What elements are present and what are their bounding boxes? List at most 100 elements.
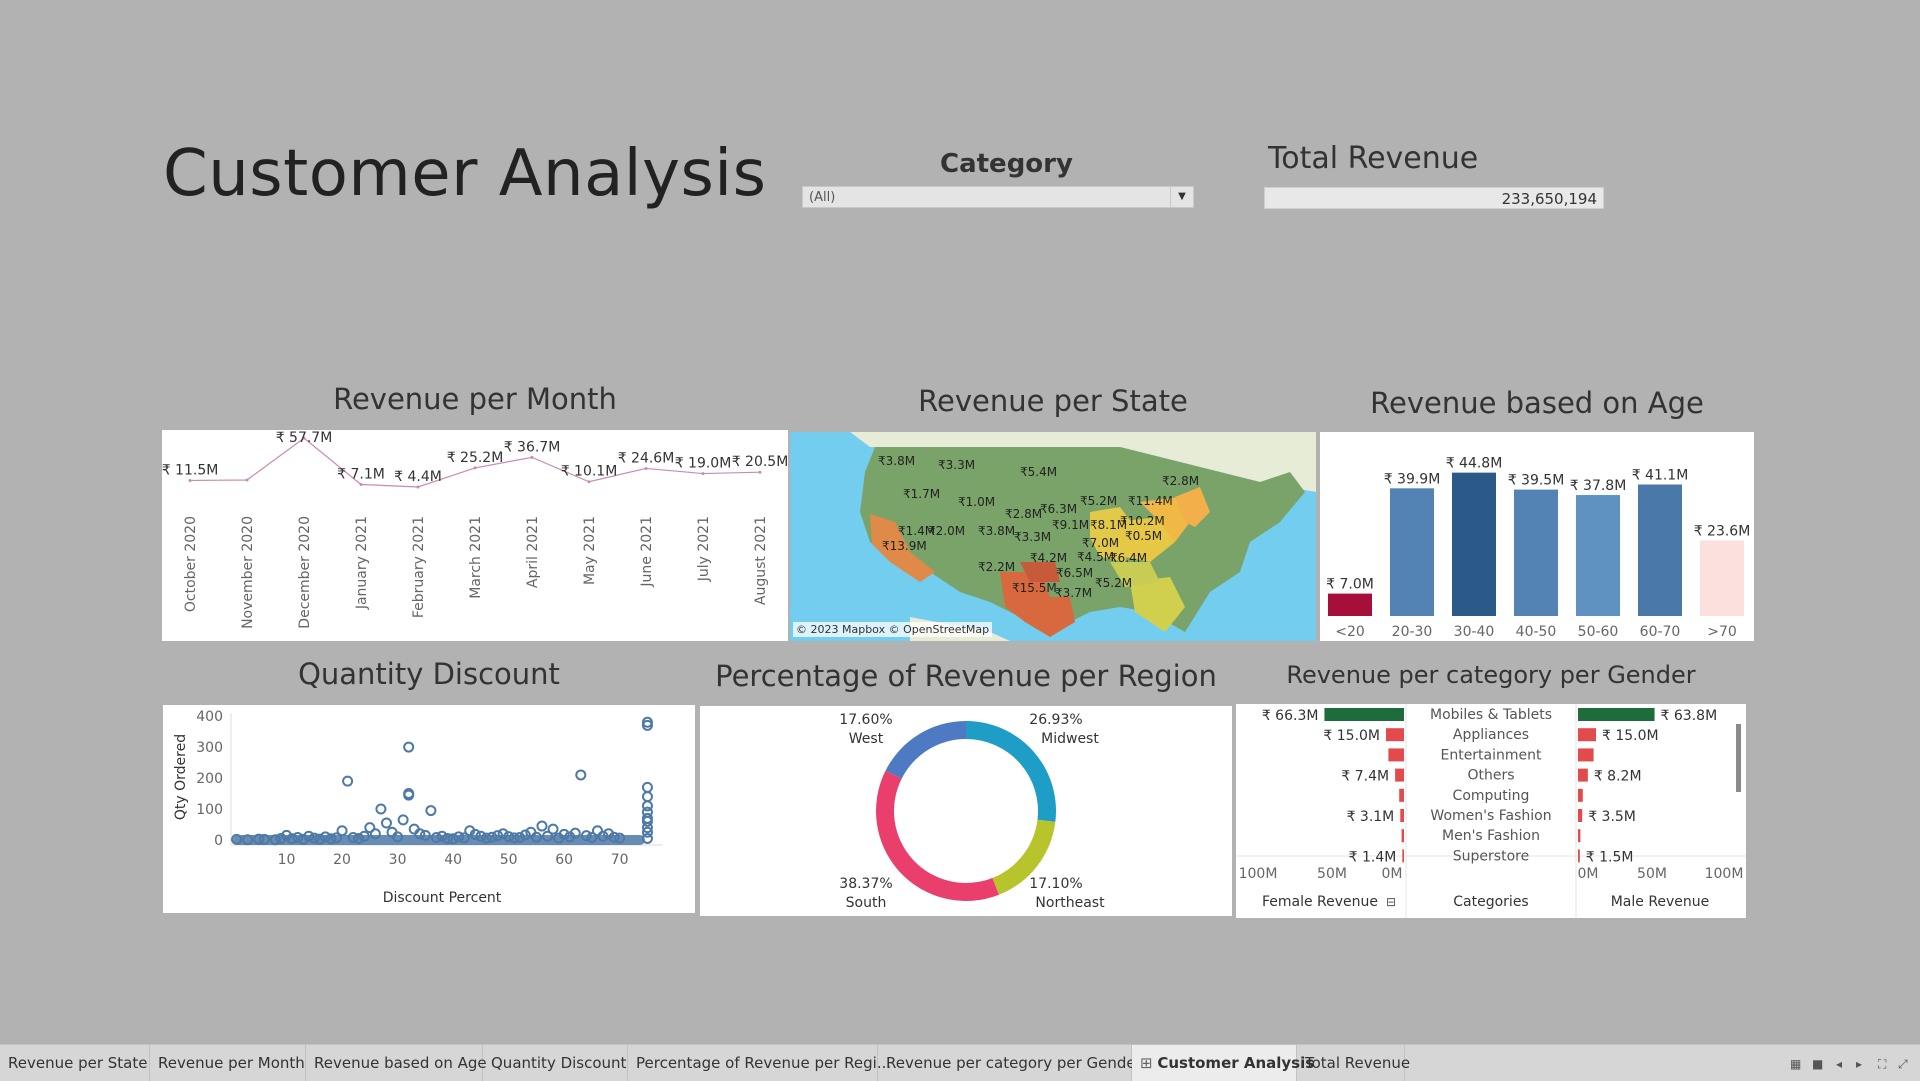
month-data-label: ₹ 36.7M [504, 439, 561, 455]
disc-x-tick-label: 70 [611, 852, 629, 868]
male-data-label: ₹ 3.5M [1588, 809, 1636, 825]
sheet-tab[interactable]: Quantity Discount [483, 1045, 628, 1081]
male-bar [1578, 809, 1583, 822]
map-state-label: ₹10.2M [1120, 514, 1165, 528]
sheet-tab[interactable]: ⊞ Customer Analysis [1132, 1045, 1314, 1081]
age-data-label: ₹ 44.8M [1446, 456, 1503, 472]
age-bar-chart[interactable]: ₹ 7.0M <20 ₹ 39.9M 20-30 ₹ 44.8M 30-40 ₹ 39.5M… [1320, 432, 1754, 641]
us-state-map[interactable] [790, 432, 1316, 641]
disc-point [641, 791, 653, 803]
tab-next-icon[interactable]: ▸ [1856, 1057, 1862, 1071]
age-bar [1514, 489, 1558, 616]
disc-point [380, 817, 392, 829]
sheet-tab[interactable]: Revenue per State [0, 1045, 150, 1081]
gender-chart-panel[interactable]: ₹ 66.3M ₹ 63.8M Mobiles & Tablets ₹ 15.0M ₹ … [1236, 704, 1746, 918]
discount-sheet-title: Quantity Discount [298, 657, 560, 691]
male-bar [1578, 849, 1580, 863]
disc-point [336, 825, 348, 837]
map-state-label: ₹15.5M [1012, 581, 1057, 595]
tab-prev-icon[interactable]: ◂ [1836, 1057, 1842, 1071]
total-revenue-label: Total Revenue [1268, 141, 1479, 176]
disc-x-axis-title: Discount Percent [383, 890, 502, 906]
month-data-label: ₹ 20.5M [732, 454, 788, 470]
map-state-label: ₹4.5M [1077, 550, 1115, 564]
male-axis-tick: 50M [1637, 866, 1667, 882]
sheet-tab[interactable]: Revenue per category per Gender [878, 1045, 1142, 1081]
state-map-panel[interactable]: ₹3.8M ₹3.3M ₹5.4M ₹1.7M ₹1.0M ₹2.8M ₹6.3M ₹5.2M… [790, 432, 1316, 641]
month-point [530, 455, 534, 459]
month-chart-panel[interactable]: ₹ 11.5M October 2020 November 2020 ₹ 57.7M D… [162, 430, 788, 641]
gender-sheet-title: Revenue per category per Gender [1286, 661, 1696, 689]
male-axis-tick: 0M [1578, 866, 1599, 882]
gender-diverging-bar-chart[interactable]: ₹ 66.3M ₹ 63.8M Mobiles & Tablets ₹ 15.0M ₹ … [1236, 704, 1746, 918]
month-point [473, 466, 477, 470]
category-filter-dropdown[interactable]: (All) ▼ [802, 186, 1194, 208]
age-data-label: ₹ 39.5M [1508, 473, 1565, 489]
grid-view-icon[interactable]: ▦ [1790, 1057, 1801, 1071]
disc-point [547, 823, 559, 835]
sheet-tab-label: Revenue per category per Gender [886, 1054, 1142, 1072]
age-bar [1452, 472, 1496, 616]
age-bar [1390, 488, 1434, 616]
age-sheet-title: Revenue based on Age [1370, 386, 1704, 420]
female-bar [1395, 768, 1404, 782]
month-data-label: ₹ 25.2M [447, 450, 504, 466]
female-axis-tick: 50M [1317, 866, 1347, 882]
sheet-tab[interactable]: Revenue based on Age [306, 1045, 487, 1081]
sheet-tab-label: Revenue per State [8, 1054, 148, 1072]
month-data-label: ₹ 57.7M [276, 430, 333, 446]
female-bar [1399, 788, 1404, 802]
map-state-label: ₹7.0M [1082, 536, 1120, 550]
disc-point [342, 775, 354, 787]
age-chart-panel[interactable]: ₹ 7.0M <20 ₹ 39.9M 20-30 ₹ 44.8M 30-40 ₹ 39.5M… [1320, 432, 1754, 641]
month-line-chart[interactable]: ₹ 11.5M October 2020 November 2020 ₹ 57.7M D… [162, 430, 789, 641]
map-state-label: ₹3.3M [938, 458, 976, 472]
month-tick-label: March 2021 [468, 516, 484, 599]
female-bar [1401, 829, 1404, 843]
map-state-label: ₹4.2M [1030, 551, 1068, 565]
category-label: Others [1467, 768, 1514, 784]
month-data-label: ₹ 24.6M [618, 450, 675, 466]
sheet-tab[interactable]: Total Revenue [1297, 1045, 1410, 1081]
map-state-label: ₹3.7M [1055, 586, 1093, 600]
disc-y-tick-label: 400 [196, 709, 223, 725]
sheet-tab[interactable]: Percentage of Revenue per Regi... [628, 1045, 891, 1081]
age-bar [1700, 540, 1744, 616]
age-tick-label: 40-50 [1516, 624, 1557, 640]
female-bar [1402, 849, 1404, 863]
category-filter-label: Category [940, 149, 1073, 179]
map-state-label: ₹6.5M [1056, 566, 1094, 580]
discount-scatter-chart[interactable]: 10 20 30 40 50 60 70 0 100 200 300 400 Discount Perc… [163, 705, 695, 913]
region-donut-chart[interactable]: 26.93% Midwest 17.10% Northeast 38.37% South 1… [700, 706, 1232, 916]
category-label: Computing [1453, 788, 1530, 804]
gender-scrollbar-thumb [1736, 724, 1741, 792]
disc-y-tick-label: 300 [196, 740, 223, 756]
discount-chart-panel[interactable]: 10 20 30 40 50 60 70 0 100 200 300 400 Discount Perc… [163, 705, 695, 913]
disc-x-tick-label: 60 [555, 852, 573, 868]
region-sheet-title: Percentage of Revenue per Region [715, 659, 1217, 693]
month-point [245, 478, 249, 482]
region-pct-label: 17.10% [1029, 876, 1082, 892]
region-chart-panel[interactable]: 26.93% Midwest 17.10% Northeast 38.37% South 1… [700, 706, 1232, 916]
disc-y-tick-label: 200 [196, 771, 223, 787]
map-state-label: ₹6.4M [1110, 551, 1148, 565]
age-tick-label: >70 [1707, 624, 1737, 640]
female-bar [1324, 708, 1404, 721]
filmstrip-icon[interactable]: ■ [1812, 1057, 1823, 1071]
fullscreen-icon[interactable]: ⤢ [1898, 1057, 1908, 1072]
male-bar [1578, 728, 1596, 742]
sheet-tab[interactable]: Revenue per Month [150, 1045, 306, 1081]
map-attribution[interactable]: © 2023 Mapbox © OpenStreetMap [793, 622, 993, 637]
disc-x-tick-label: 50 [500, 852, 518, 868]
age-tick-label: 50-60 [1578, 624, 1619, 640]
age-data-label: ₹ 37.8M [1570, 478, 1627, 494]
fit-screen-icon[interactable]: ⛶ [1878, 1057, 1886, 1072]
sheet-tab-label: Percentage of Revenue per Regi... [636, 1054, 892, 1072]
region-pct-label: 38.37% [839, 876, 892, 892]
age-bar [1328, 593, 1372, 616]
female-data-label: ₹ 15.0M [1323, 728, 1380, 744]
category-label: Women's Fashion [1430, 808, 1551, 824]
category-label: Entertainment [1440, 747, 1542, 763]
month-tick-label: January 2021 [354, 516, 370, 610]
chevron-down-icon[interactable]: ▼ [1170, 187, 1193, 207]
